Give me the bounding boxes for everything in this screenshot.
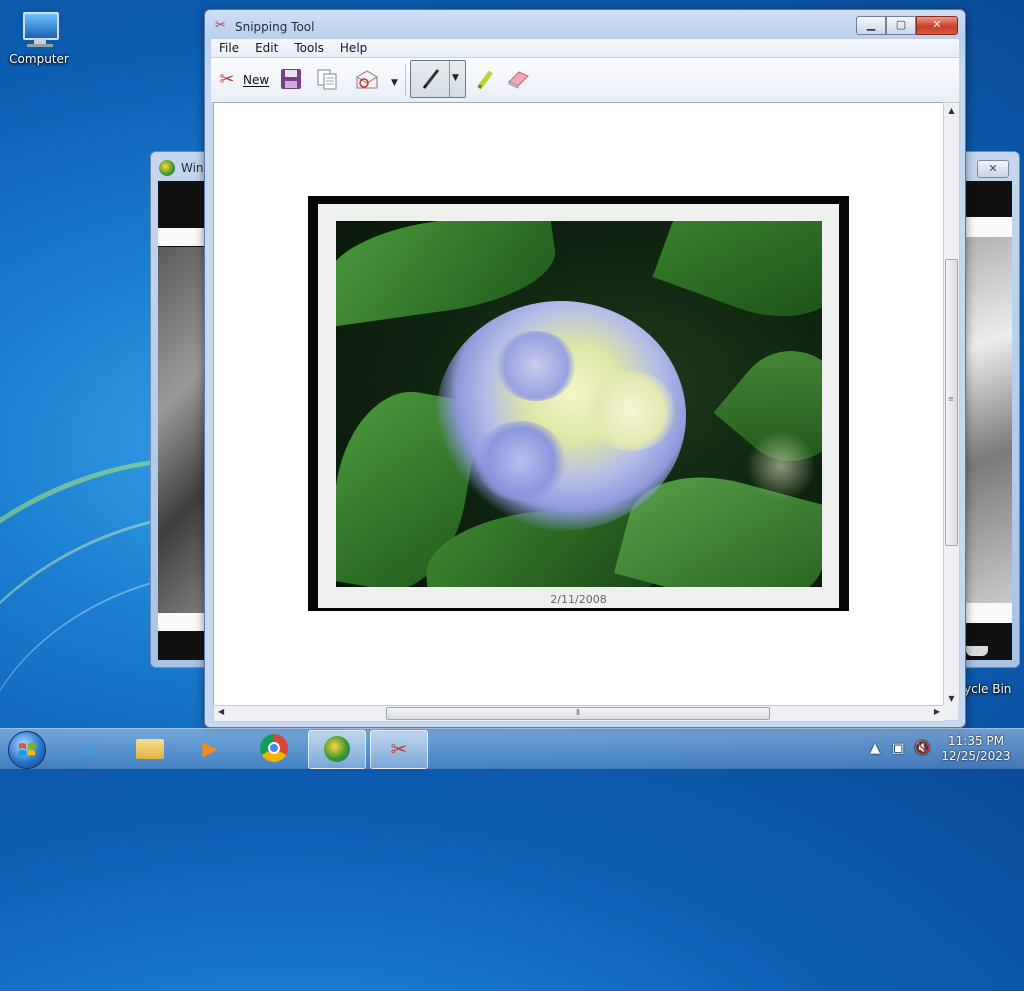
folder-icon — [136, 739, 164, 759]
scrollbar-corner — [943, 705, 958, 720]
eraser-button[interactable] — [505, 66, 529, 94]
scroll-right-icon[interactable]: ▶ — [934, 707, 940, 716]
send-snip-button[interactable] — [355, 66, 379, 94]
windows-logo-icon — [324, 736, 350, 762]
close-icon: ✕ — [932, 18, 942, 31]
taskbar: e ▶ ✂ ▲ ▣ 🔇 11:35 PM 12/25/2023 — [0, 728, 1024, 769]
minimize-button[interactable]: ▁ — [856, 16, 886, 35]
minimize-icon: ▁ — [866, 18, 876, 31]
snip-canvas[interactable]: 2/11/2008 — [213, 102, 945, 707]
photo-date-caption: 2/11/2008 — [550, 593, 607, 606]
background-window-left-content — [158, 181, 206, 660]
media-player-icon: ▶ — [202, 736, 218, 760]
desktop-icon-label: Computer — [9, 52, 69, 66]
volume-muted-icon[interactable]: 🔇 — [914, 741, 930, 756]
recycle-bin-icon — [966, 646, 988, 656]
taskbar-clock[interactable]: 11:35 PM 12/25/2023 — [936, 734, 1016, 764]
captured-snip: 2/11/2008 — [308, 196, 849, 611]
copy-icon — [315, 68, 339, 92]
highlighter-icon — [473, 68, 497, 92]
scissors-icon: ✂ — [390, 737, 408, 761]
photo-mat: 2/11/2008 — [318, 204, 839, 608]
taskbar-snipping-tool[interactable]: ✂ — [370, 730, 428, 769]
vertical-scroll-thumb[interactable]: ≡ — [945, 259, 958, 546]
toolbar-separator — [405, 64, 406, 96]
highlighter-button[interactable] — [473, 66, 497, 94]
close-icon: ✕ — [988, 162, 998, 175]
scroll-up-icon[interactable]: ▲ — [944, 106, 959, 115]
horizontal-scroll-thumb[interactable]: ⦀ — [386, 707, 770, 720]
menu-tools[interactable]: Tools — [286, 39, 332, 57]
taskbar-media-player[interactable]: ▶ — [182, 730, 238, 767]
desktop-icon-label: ycle Bin — [964, 682, 1012, 696]
taskbar-windows-app[interactable] — [308, 730, 366, 769]
pen-icon — [419, 67, 443, 91]
background-window-right-content — [958, 181, 1012, 660]
envelope-icon — [355, 68, 379, 92]
chrome-icon — [260, 734, 288, 762]
scroll-down-icon[interactable]: ▼ — [944, 694, 959, 703]
window-title: Snipping Tool — [235, 20, 315, 34]
clock-time: 11:35 PM — [948, 734, 1004, 748]
windows-logo-icon — [19, 743, 35, 756]
background-window-close-button[interactable]: ✕ — [977, 160, 1009, 178]
computer-icon — [17, 10, 61, 50]
desktop-icon-computer[interactable]: Computer — [2, 10, 76, 66]
maximize-button[interactable]: ▢ — [886, 16, 916, 35]
scissors-icon: ✂ — [215, 18, 226, 33]
eraser-icon — [505, 68, 529, 92]
internet-explorer-icon: e — [83, 736, 97, 760]
menu-bar: File Edit Tools Help — [211, 39, 959, 57]
scissors-icon: ✂ — [219, 69, 235, 90]
horizontal-scrollbar[interactable]: ◀ ⦀ ▶ — [213, 705, 945, 722]
vertical-scrollbar[interactable]: ▲ ≡ ▼ — [943, 102, 960, 707]
snipping-tool-window[interactable]: ✂ Snipping Tool ▁ ▢ ✕ File Edit Tools He… — [204, 9, 966, 728]
taskbar-internet-explorer[interactable]: e — [62, 730, 118, 767]
send-dropdown-icon[interactable]: ▼ — [391, 78, 398, 88]
save-button[interactable] — [279, 66, 303, 94]
menu-file[interactable]: File — [211, 39, 247, 57]
floppy-disk-icon — [279, 68, 303, 92]
show-hidden-icons-chevron[interactable]: ▲ — [870, 741, 880, 756]
taskbar-chrome[interactable] — [246, 730, 302, 767]
taskbar-file-explorer[interactable] — [122, 730, 178, 767]
caption-buttons: ▁ ▢ ✕ — [856, 16, 958, 35]
close-button[interactable]: ✕ — [916, 16, 958, 35]
hydrangea-photo — [336, 221, 822, 587]
menu-help[interactable]: Help — [332, 39, 375, 57]
start-button[interactable] — [8, 731, 46, 769]
menu-edit[interactable]: Edit — [247, 39, 286, 57]
network-icon[interactable]: ▣ — [892, 741, 904, 756]
copy-button[interactable] — [315, 66, 339, 94]
toolbar: ✂ New ▼ ▼ — [211, 58, 959, 103]
maximize-icon: ▢ — [895, 18, 907, 31]
scroll-left-icon[interactable]: ◀ — [218, 707, 224, 716]
clock-date: 12/25/2023 — [941, 749, 1011, 763]
new-snip-button[interactable]: ✂ New — [215, 66, 269, 94]
pen-dropdown-icon[interactable]: ▼ — [452, 73, 459, 83]
pen-button[interactable]: ▼ — [410, 60, 466, 98]
new-snip-label: New — [243, 73, 270, 87]
windows-logo-icon: o — [159, 160, 175, 176]
